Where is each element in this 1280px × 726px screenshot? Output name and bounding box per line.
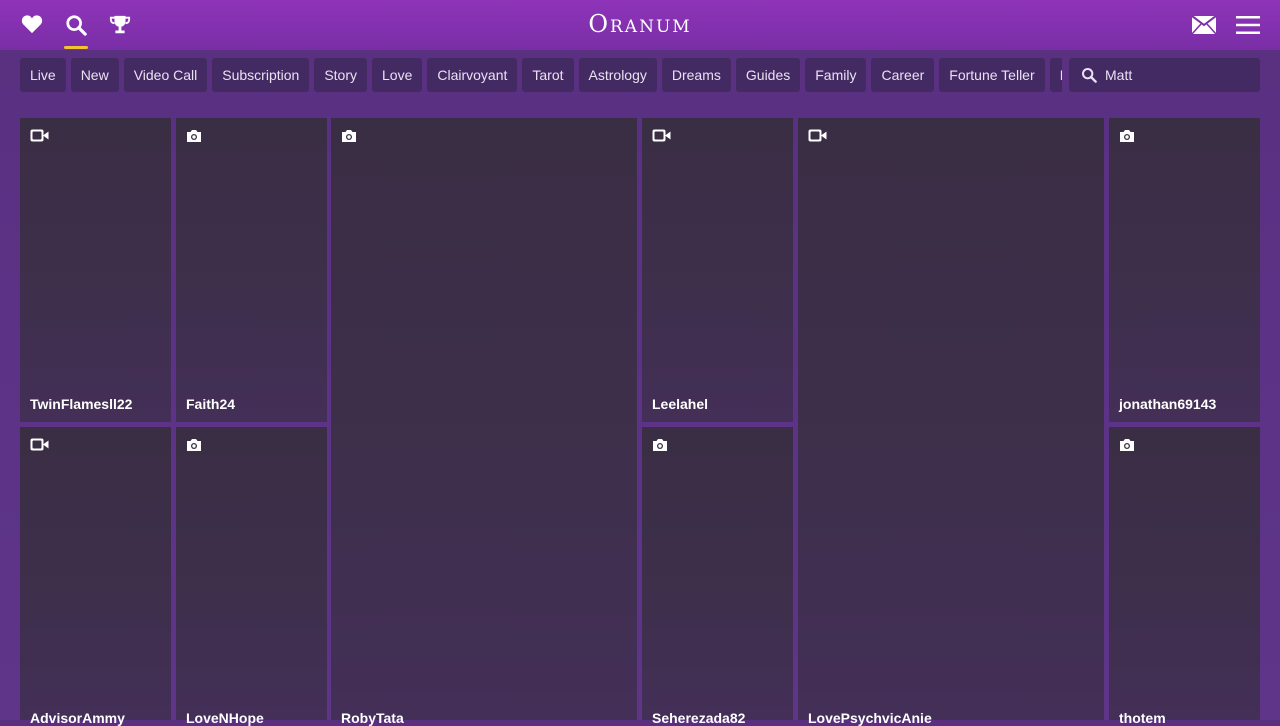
search-input[interactable] [1105, 58, 1250, 92]
psychic-name: Seherezada82 [652, 710, 746, 726]
filter-dreams[interactable]: Dreams [661, 58, 731, 92]
video-camera-icon [30, 129, 49, 147]
photo-camera-icon [652, 438, 668, 457]
psychic-tile[interactable]: RobyTata [331, 118, 637, 726]
psychic-tile[interactable]: LovePsychvicAnie [798, 118, 1104, 726]
filter-career[interactable]: Career [871, 58, 935, 92]
psychic-name: Leelahel [652, 396, 709, 412]
psychic-tile[interactable]: Leelahel [642, 118, 793, 422]
filter-family[interactable]: Family [805, 58, 867, 92]
filter-love[interactable]: Love [372, 58, 423, 92]
photo-camera-icon [186, 438, 202, 457]
filter-guides[interactable]: Guides [735, 58, 801, 92]
psychic-tile[interactable]: AdvisorAmmy [20, 427, 171, 726]
psychic-name: AdvisorAmmy [30, 710, 125, 726]
filter-new[interactable]: New [70, 58, 119, 92]
psychic-tile[interactable]: jonathan69143 [1109, 118, 1260, 422]
psychic-tile[interactable]: Seherezada82 [642, 427, 793, 726]
psychic-name: RobyTata [341, 710, 404, 726]
psychic-name: LoveNHope [186, 710, 264, 726]
psychic-tile[interactable]: LoveNHope [176, 427, 327, 726]
oranum-logo[interactable]: Oranum [0, 10, 1280, 38]
photo-camera-icon [186, 129, 202, 148]
video-camera-icon [30, 438, 49, 456]
psychic-tile[interactable]: TwinFlamesll22 [20, 118, 171, 422]
filter-fortune-teller[interactable]: Fortune Teller [939, 58, 1045, 92]
filter-subscription[interactable]: Subscription [212, 58, 310, 92]
mail-icon[interactable] [1192, 14, 1216, 36]
category-filter-bar: Live New Video Call Subscription Story Love Cl… [20, 58, 1062, 92]
psychic-name: TwinFlamesll22 [30, 396, 133, 412]
search-icon [1081, 67, 1097, 88]
filter-truncated[interactable]: I [1049, 58, 1062, 92]
psychic-name: jonathan69143 [1119, 396, 1217, 412]
filter-tarot[interactable]: Tarot [522, 58, 574, 92]
hamburger-menu-icon[interactable] [1236, 14, 1260, 36]
video-camera-icon [808, 129, 827, 147]
active-tab-indicator [64, 46, 88, 49]
filter-video-call[interactable]: Video Call [123, 58, 208, 92]
psychic-tile[interactable]: Faith24 [176, 118, 327, 422]
psychic-name: thotem [1119, 710, 1166, 726]
psychic-tile[interactable]: thotem [1109, 427, 1260, 726]
photo-camera-icon [341, 129, 357, 148]
filter-live[interactable]: Live [20, 58, 66, 92]
top-bar: Oranum [0, 0, 1280, 50]
photo-camera-icon [1119, 438, 1135, 457]
video-camera-icon [652, 129, 671, 147]
filter-clairvoyant[interactable]: Clairvoyant [427, 58, 518, 92]
search-box[interactable] [1069, 58, 1260, 92]
filter-astrology[interactable]: Astrology [578, 58, 657, 92]
psychic-name: Faith24 [186, 396, 236, 412]
photo-camera-icon [1119, 129, 1135, 148]
filter-story[interactable]: Story [314, 58, 367, 92]
psychic-name: LovePsychvicAnie [808, 710, 932, 726]
